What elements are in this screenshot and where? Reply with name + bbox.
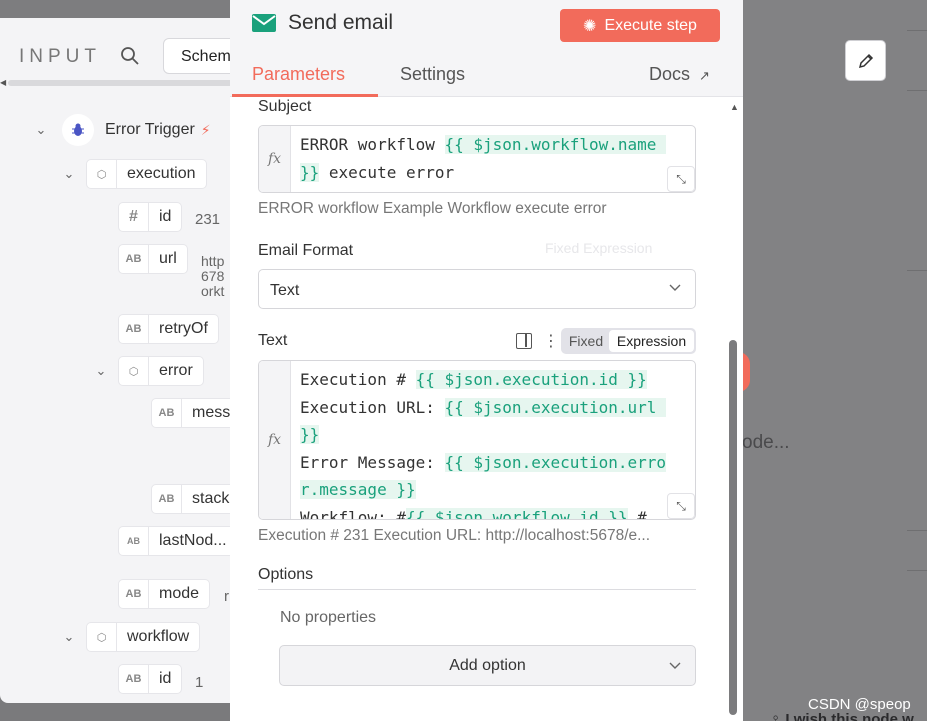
lightbulb-icon: ♀: [770, 711, 782, 721]
expand-icon[interactable]: ⤡: [667, 493, 695, 519]
trigger-label: Error Trigger: [105, 121, 195, 138]
tree-node[interactable]: AB id: [118, 664, 183, 694]
execute-step-label: Execute step: [604, 16, 697, 34]
tree-node[interactable]: AB stack: [151, 484, 240, 514]
field-value: http 678 orkt: [201, 253, 225, 299]
pencil-icon: [858, 53, 873, 68]
tab-active-indicator: [232, 94, 378, 97]
field-name: workflow: [127, 628, 190, 645]
text-type-icon: AB: [152, 485, 182, 513]
toggle-expression[interactable]: Expression: [609, 330, 694, 352]
text-type-icon: AB: [119, 245, 149, 273]
text-expression-content[interactable]: Execution # {{ $json.execution.id }} Exe…: [300, 366, 667, 519]
tree-node[interactable]: AB lastNod...: [118, 526, 238, 556]
tree-node[interactable]: AB url: [118, 244, 188, 274]
field-value: 1: [195, 674, 204, 691]
tab-settings[interactable]: Settings: [400, 64, 465, 85]
chevron-down-icon[interactable]: ⌄: [62, 629, 76, 644]
options-title: Options: [258, 566, 314, 583]
tree-node[interactable]: ⌄ ⬡ error: [94, 356, 204, 386]
text-label: Text: [258, 332, 288, 349]
fx-icon: fx: [259, 361, 291, 519]
modal-header: Send email ✺ Execute step Parameters Set…: [230, 0, 743, 97]
bug-icon: [62, 114, 94, 146]
envelope-icon: [252, 14, 276, 32]
modal-scrollbar[interactable]: ▲: [727, 100, 741, 721]
send-email-modal: Send email ✺ Execute step Parameters Set…: [230, 0, 743, 721]
input-title: INPUT: [19, 46, 101, 67]
tree-node[interactable]: # id: [118, 202, 183, 232]
fixed-expression-toggle[interactable]: Fixed Expression: [561, 328, 696, 354]
field-name: url: [159, 250, 177, 267]
modal-title: Send email: [288, 11, 394, 34]
add-option-label: Add option: [449, 656, 526, 674]
tree-trigger[interactable]: ⌄ Error Trigger ⚡: [34, 114, 211, 146]
email-format-select[interactable]: Text: [258, 269, 696, 309]
more-options-icon[interactable]: ⋮: [543, 331, 559, 351]
chevron-down-icon[interactable]: ⌄: [62, 166, 76, 181]
cube-icon: ⬡: [119, 357, 149, 385]
text-type-icon: AB: [119, 665, 149, 693]
tab-parameters[interactable]: Parameters: [252, 64, 345, 85]
field-name: retryOf: [159, 320, 208, 337]
field-value: 231: [195, 211, 221, 228]
cube-icon: ⬡: [87, 623, 117, 651]
field-name: lastNod...: [159, 532, 227, 549]
subject-label: Subject: [258, 98, 312, 115]
field-name: id: [159, 208, 172, 225]
workflow-canvas: [742, 0, 927, 721]
chevron-down-icon[interactable]: ⌄: [34, 122, 48, 137]
email-format-label: Email Format: [258, 242, 354, 259]
hash-icon: #: [119, 203, 149, 231]
cube-icon: ⬡: [87, 160, 117, 188]
chevron-down-icon[interactable]: ⌄: [94, 363, 108, 378]
canvas-node-label: ode...: [742, 432, 790, 453]
text-type-icon: AB: [119, 527, 149, 555]
horizontal-scrollbar[interactable]: ◀: [0, 78, 240, 88]
text-expression-field[interactable]: fx Execution # {{ $json.execution.id }} …: [258, 360, 696, 520]
split-view-icon[interactable]: [516, 333, 532, 349]
email-format-toggle-ghost: Fixed Expression: [545, 240, 653, 256]
subject-expression-text[interactable]: ERROR workflow {{ $json.workflow.name }}…: [300, 131, 667, 186]
field-name: id: [159, 670, 172, 687]
field-name: execution: [127, 165, 196, 182]
lightning-icon: ⚡: [200, 121, 211, 138]
options-divider: [258, 589, 696, 590]
edit-pencil-button[interactable]: [845, 40, 886, 81]
fx-icon: fx: [259, 126, 291, 192]
external-link-icon: ↗: [699, 68, 710, 83]
toggle-fixed[interactable]: Fixed: [563, 333, 609, 349]
spinner-icon: ✺: [583, 17, 597, 35]
expand-icon[interactable]: ⤡: [667, 166, 695, 192]
text-type-icon: AB: [119, 580, 149, 608]
tree-node[interactable]: ⌄ ⬡ execution: [62, 159, 207, 189]
tree-node[interactable]: AB mode: [118, 579, 211, 609]
email-format-value: Text: [270, 282, 300, 299]
text-preview: Execution # 231 Execution URL: http://lo…: [258, 527, 651, 544]
field-value: r: [224, 588, 229, 605]
search-icon[interactable]: [120, 46, 140, 66]
text-type-icon: AB: [152, 399, 182, 427]
field-name: error: [159, 362, 193, 379]
subject-preview: ERROR workflow Example Workflow execute …: [258, 200, 607, 217]
canvas-hint-text: ♀ I wish this node w: [770, 711, 914, 721]
execute-step-button[interactable]: ✺ Execute step: [560, 9, 720, 42]
subject-expression-field[interactable]: fx ERROR workflow {{ $json.workflow.name…: [258, 125, 696, 193]
text-type-icon: AB: [119, 315, 149, 343]
tree-node[interactable]: AB retryOf: [118, 314, 219, 344]
add-option-button[interactable]: Add option: [279, 645, 696, 686]
tree-node[interactable]: ⌄ ⬡ workflow: [62, 622, 201, 652]
tree-node[interactable]: ABmessage: [151, 398, 240, 428]
tab-docs[interactable]: Docs ↗: [649, 64, 710, 85]
no-properties-text: No properties: [280, 609, 377, 626]
field-name: mode: [159, 585, 200, 602]
chevron-down-icon: [669, 284, 681, 291]
chevron-down-icon: [669, 662, 681, 669]
tab-schema[interactable]: Schema: [163, 38, 240, 74]
input-panel: INPUT Schema ◀ ⌄ Error Trigger ⚡ ⌄ ⬡ exec…: [0, 18, 240, 703]
